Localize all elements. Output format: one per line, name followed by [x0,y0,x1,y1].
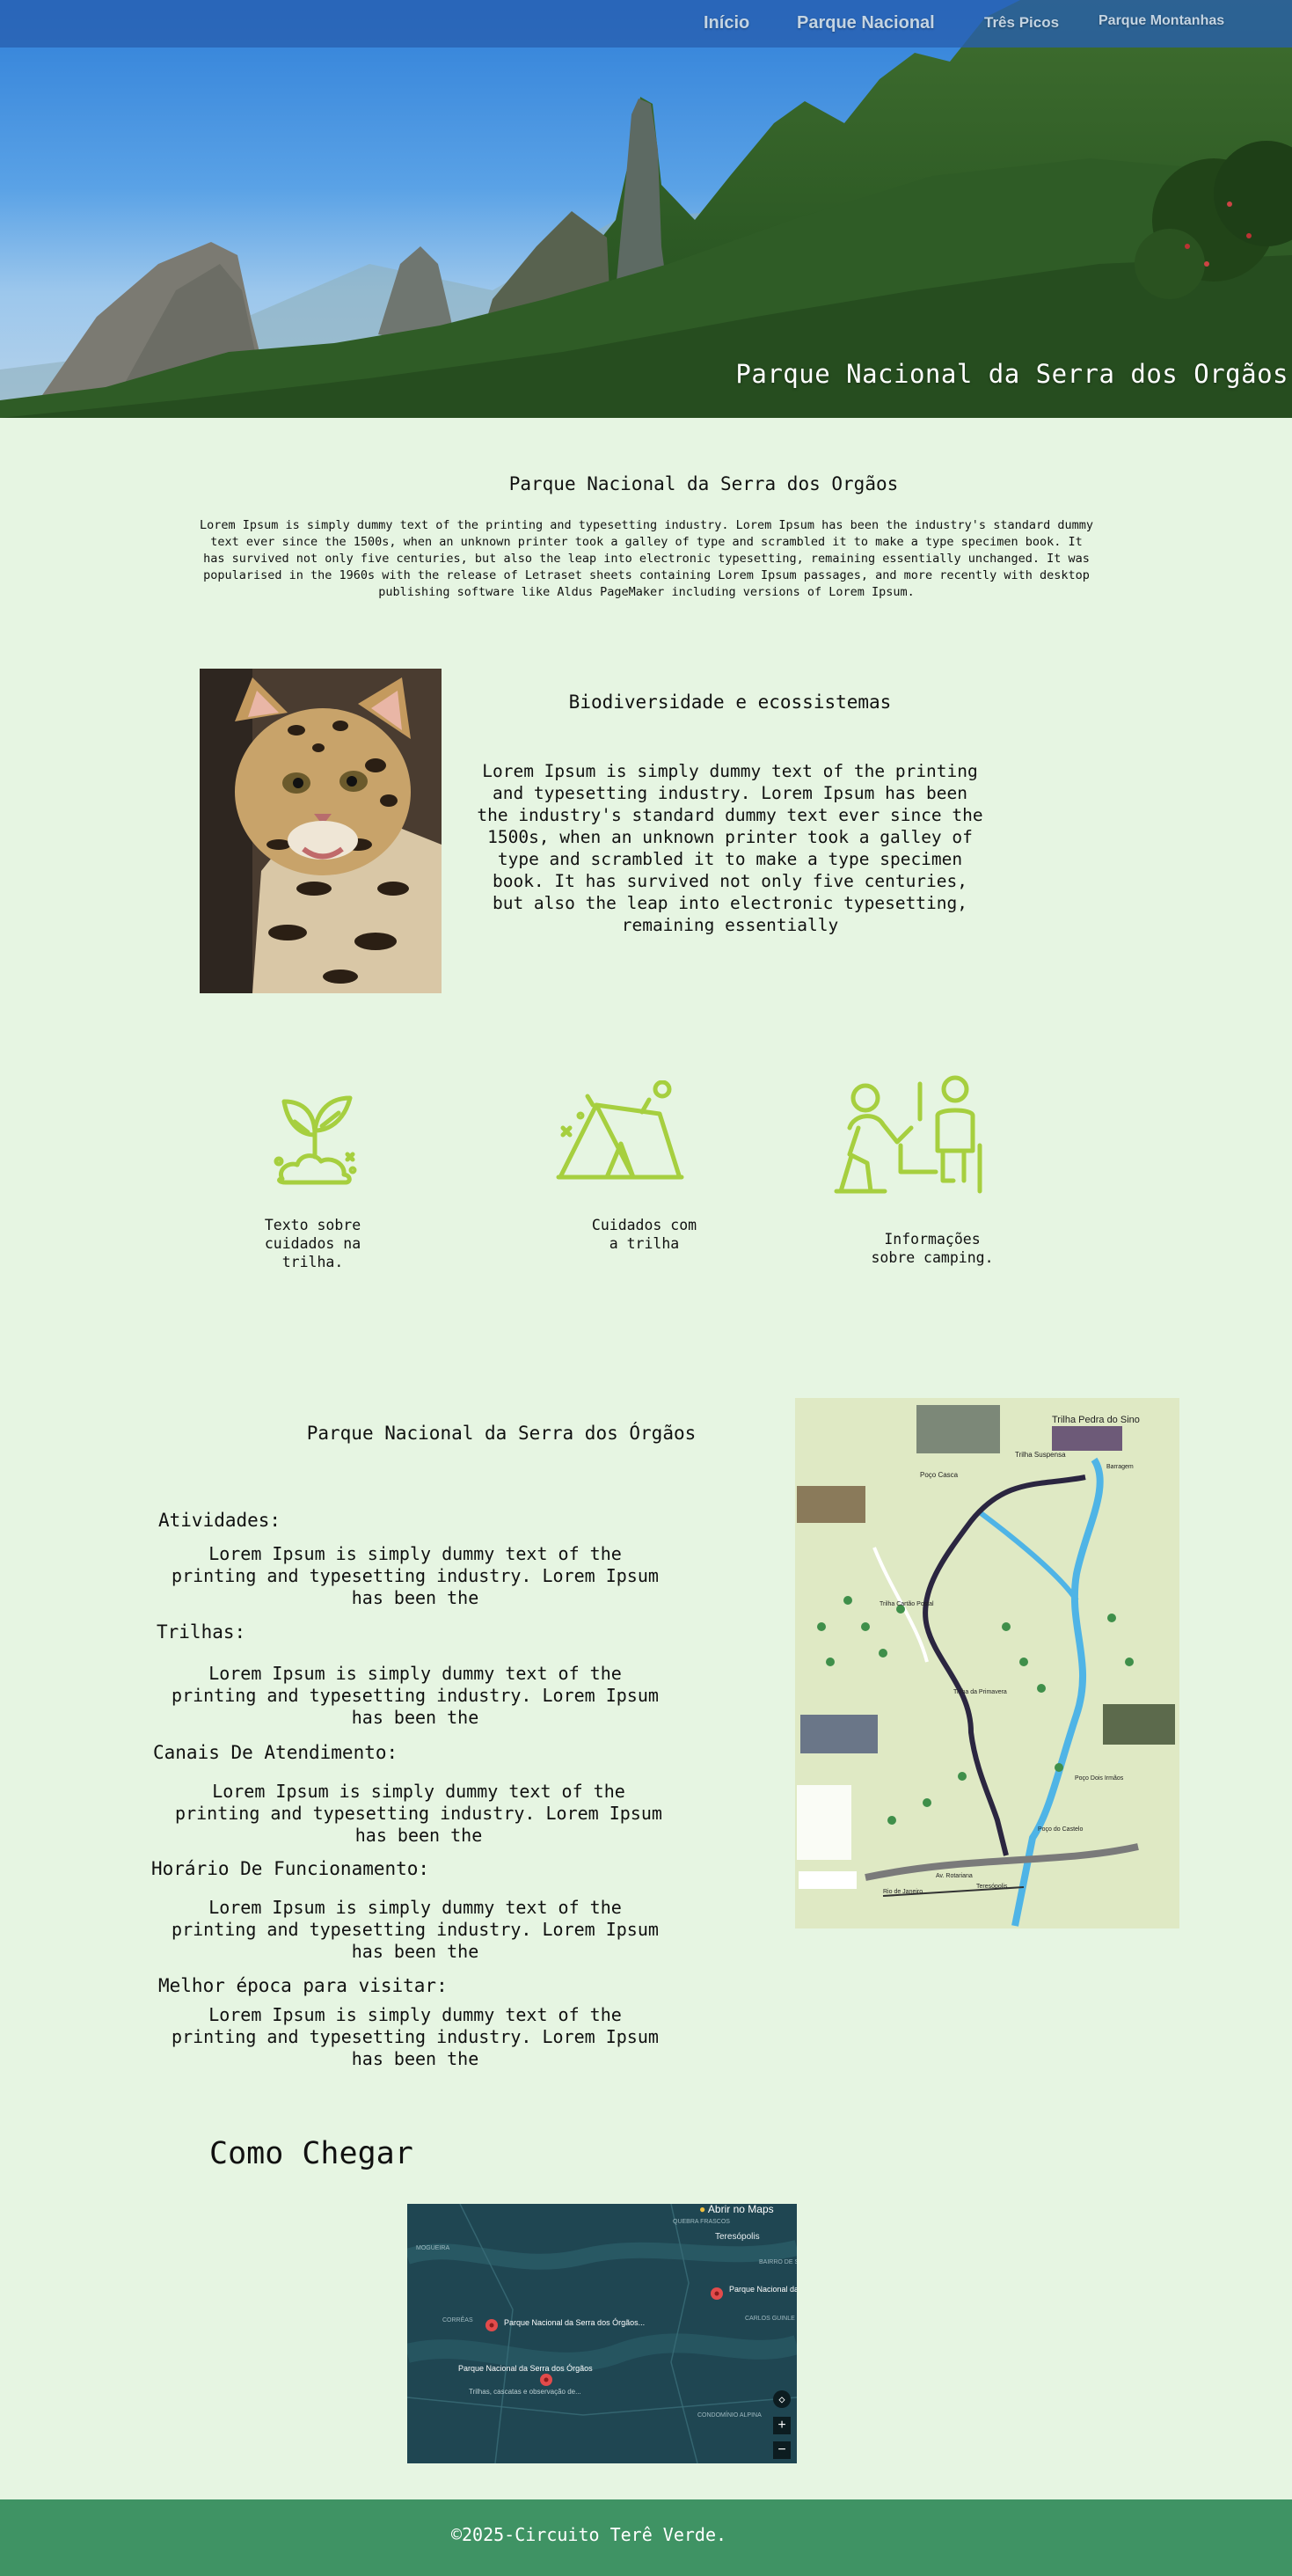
top-navbar: Início Parque Nacional Três Picos Parque… [0,0,1292,48]
embedded-google-map[interactable]: MOGUEIRA QUEBRA FRASCOS BAIRRO DE SÃO PE… [407,2204,797,2463]
info-text-opening-hours: Lorem Ipsum is simply dummy text of the … [172,1897,659,1962]
biodiversity-paragraph: Lorem Ipsum is simply dummy text of the … [477,761,983,935]
svg-text:Poço Dois Irmãos: Poço Dois Irmãos [1075,1775,1124,1782]
mountain-landscape-image [0,0,1292,418]
svg-text:Teresópolis: Teresópolis [976,1884,1008,1890]
info-label-best-season: Melhor época para visitar: [158,1975,448,1996]
footer-copyright: ©2025-Circuito Terê Verde. [450,2524,727,2545]
svg-text:Rio de Janeiro: Rio de Janeiro [883,1889,923,1895]
feature-text-trail-care: Texto sobre cuidados na trilha. [264,1217,361,1270]
info-text-best-season: Lorem Ipsum is simply dummy text of the … [172,2004,659,2069]
footer: ©2025-Circuito Terê Verde. [0,2499,1292,2576]
zoom-in-button[interactable]: + [773,2417,791,2434]
svg-text:CONDOMÍNIO ALPINA: CONDOMÍNIO ALPINA [697,2411,762,2419]
trail-map-image: Trilha Pedra do Sino Trilha Suspensa Bar… [795,1398,1179,1928]
svg-text:Trilha Suspensa: Trilha Suspensa [1015,1451,1066,1459]
svg-text:Trilhas, cascatas e observação: Trilhas, cascatas e observação de... [469,2388,581,2396]
svg-text:CARLOS GUINLE: CARLOS GUINLE [745,2316,795,2322]
tent-icon [554,1079,686,1189]
plant-icon [266,1091,363,1191]
hero-banner: Início Parque Nacional Três Picos Parque… [0,0,1292,418]
svg-text:QUEBRA FRASCOS: QUEBRA FRASCOS [673,2219,730,2225]
info-label-activities: Atividades: [158,1510,281,1531]
info-text-service-channels: Lorem Ipsum is simply dummy text of the … [175,1781,662,1846]
map-pin-icon: ● [699,2204,706,2215]
svg-text:MOGUEIRA: MOGUEIRA [416,2245,449,2251]
park-info-title: Parque Nacional da Serra dos Órgãos [306,1423,697,1444]
svg-text:Parque Nacional da Serra dos Ó: Parque Nacional da Serra dos Órgãos... [504,2318,645,2327]
hikers-icon [832,1075,990,1202]
recenter-button[interactable]: ◇ [773,2390,791,2408]
info-text-activities: Lorem Ipsum is simply dummy text of the … [172,1543,659,1608]
biodiversity-title: Biodiversidade e ecossistemas [568,692,892,713]
info-label-opening-hours: Horário De Funcionamento: [151,1858,430,1879]
svg-text:Poço do Castelo: Poço do Castelo [1038,1826,1083,1833]
info-label-service-channels: Canais De Atendimento: [153,1742,398,1763]
feature-text-trail-cautions: Cuidados com a trilha [591,1217,697,1252]
nav-link-tres-picos[interactable]: Três Picos [984,14,1059,32]
feature-text-camping-info: Informações sobre camping. [871,1231,994,1266]
intro-paragraph: Lorem Ipsum is simply dummy text of the … [200,518,1093,599]
svg-text:Trilha da Primavera: Trilha da Primavera [953,1689,1007,1695]
nav-link-inicio[interactable]: Início [704,13,749,33]
intro-title: Parque Nacional da Serra dos Orgãos [508,473,899,494]
nav-link-parque-nacional[interactable]: Parque Nacional [797,13,935,33]
info-label-trails: Trilhas: [157,1621,246,1643]
svg-text:Teresópolis: Teresópolis [715,2232,760,2242]
svg-text:Av. Rotariana: Av. Rotariana [936,1873,973,1879]
svg-text:Barragem: Barragem [1106,1464,1134,1470]
hero-title: Parque Nacional da Serra dos Orgãos [735,359,1288,389]
svg-text:Parque Nacional da Serra dos Ó: Parque Nacional da Serra dos Órgãos [458,2364,593,2373]
nav-link-parque-montanhas[interactable]: Parque Montanhas [1099,13,1224,29]
svg-text:Trilha Pedra do Sino: Trilha Pedra do Sino [1052,1415,1140,1425]
directions-title: Como Chegar [209,2136,413,2171]
recenter-icon: ◇ [778,2393,785,2405]
open-in-maps-link[interactable]: ● Abrir no Maps [699,2204,774,2215]
svg-text:CORRÊAS: CORRÊAS [442,2316,473,2324]
ocelot-photo [200,669,442,993]
svg-text:Poço Casca: Poço Casca [920,1471,959,1479]
zoom-out-button[interactable]: − [773,2441,791,2459]
svg-text:Trilha Cartão Postal: Trilha Cartão Postal [880,1601,934,1607]
svg-text:BAIRRO DE SÃO PEDRO: BAIRRO DE SÃO PEDRO [759,2258,797,2265]
open-in-maps-label: Abrir no Maps [707,2204,774,2215]
svg-text:Parque Nacional da Serra dos Ó: Parque Nacional da Serra dos Órgãos [729,2285,797,2294]
info-text-trails: Lorem Ipsum is simply dummy text of the … [172,1663,659,1728]
